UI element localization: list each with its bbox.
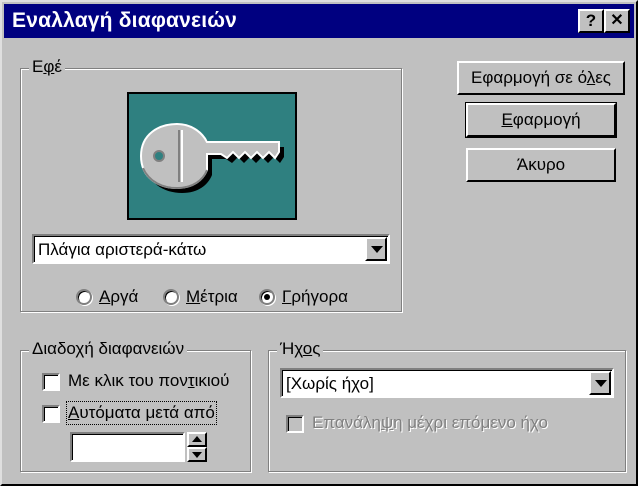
- speed-medium-option[interactable]: Μέτρια: [163, 287, 238, 307]
- cancel-button[interactable]: Άκυρο: [466, 148, 616, 182]
- effect-group-label: Εφέ: [29, 57, 65, 77]
- seconds-up-button[interactable]: [187, 432, 207, 447]
- effect-select-value: Πλάγια αριστερά-κάτω: [38, 240, 207, 259]
- sound-select[interactable]: [Χωρίς ήχο]: [280, 368, 614, 398]
- close-button[interactable]: ✕: [604, 9, 630, 33]
- speed-medium-label: Μέτρια: [186, 287, 238, 306]
- sound-select-value: [Χωρίς ήχο]: [286, 374, 374, 393]
- auto-advance-label[interactable]: Αυτόματα μετά από: [66, 401, 217, 425]
- title-bar: Εναλλαγή διαφανειών ? ✕: [4, 4, 634, 38]
- seconds-down-button[interactable]: [187, 447, 207, 462]
- speed-slow-radio[interactable]: [76, 289, 92, 305]
- speed-slow-option[interactable]: Αργά: [76, 287, 138, 307]
- slide-transition-dialog: Εναλλαγή διαφανειών ? ✕ Εφέ Πλάγια αριστ…: [0, 0, 638, 486]
- seconds-input[interactable]: [70, 432, 185, 462]
- effect-select-arrow[interactable]: [365, 237, 387, 261]
- speed-fast-label: Γρήγορα: [282, 287, 348, 306]
- auto-advance-checkbox[interactable]: [42, 405, 60, 423]
- help-button[interactable]: ?: [578, 9, 604, 33]
- loop-sound-checkbox[interactable]: [286, 415, 304, 433]
- loop-sound-label: Επανάληψη μέχρι επόμενο ήχο: [312, 413, 548, 432]
- sound-group-label: Ήχος: [277, 339, 324, 359]
- advance-group-label: Διαδοχή διαφανειών: [29, 339, 188, 359]
- on-click-checkbox[interactable]: [42, 373, 60, 391]
- speed-slow-label: Αργά: [99, 287, 139, 306]
- apply-button[interactable]: Εφαρμογή: [465, 102, 617, 138]
- on-click-label[interactable]: Με κλικ του ποντικιού: [68, 371, 229, 391]
- key-icon: [139, 122, 284, 193]
- speed-fast-radio[interactable]: [259, 289, 275, 305]
- effect-select[interactable]: Πλάγια αριστερά-κάτω: [32, 234, 390, 264]
- sound-select-arrow[interactable]: [589, 371, 611, 395]
- speed-fast-option[interactable]: Γρήγορα: [259, 287, 348, 307]
- window-title: Εναλλαγή διαφανειών: [12, 9, 238, 32]
- apply-all-button[interactable]: Εφαρμογή σε όλες: [457, 61, 625, 95]
- speed-medium-radio[interactable]: [163, 289, 179, 305]
- effect-preview: [127, 92, 297, 220]
